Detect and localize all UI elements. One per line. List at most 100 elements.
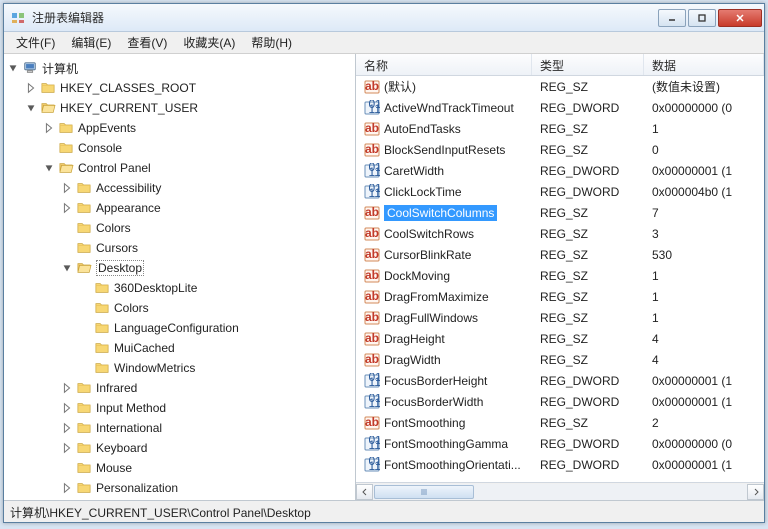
value-row[interactable]: DragFullWindowsREG_SZ1 <box>356 307 764 328</box>
tree-node-mouse[interactable]: Mouse <box>60 458 355 478</box>
menu-help[interactable]: 帮助(H) <box>243 32 300 53</box>
expander-icon[interactable] <box>42 161 56 175</box>
menu-file[interactable]: 文件(F) <box>8 32 63 53</box>
tree-node-inputmethod[interactable]: Input Method <box>60 398 355 418</box>
scroll-thumb[interactable] <box>374 485 474 499</box>
tree-label: International <box>96 421 162 435</box>
folder-icon <box>94 341 110 355</box>
value-row[interactable]: FocusBorderWidthREG_DWORD0x00000001 (1 <box>356 391 764 412</box>
value-row[interactable]: BlockSendInputResetsREG_SZ0 <box>356 139 764 160</box>
value-row[interactable]: DragFromMaximizeREG_SZ1 <box>356 286 764 307</box>
value-name-cell: FontSmoothingOrientati... <box>356 457 532 473</box>
value-name-cell: FocusBorderWidth <box>356 394 532 410</box>
value-row[interactable]: ClickLockTimeREG_DWORD0x000004b0 (1 <box>356 181 764 202</box>
scroll-left-button[interactable] <box>356 484 373 500</box>
expander-icon[interactable] <box>60 261 74 275</box>
expander-icon[interactable] <box>24 81 38 95</box>
tree-node-accessibility[interactable]: Accessibility <box>60 178 355 198</box>
value-type: REG_SZ <box>532 332 644 346</box>
value-row[interactable]: CoolSwitchRowsREG_SZ3 <box>356 223 764 244</box>
tree-node-desktop-colors[interactable]: Colors <box>78 298 355 318</box>
string-value-icon <box>364 310 380 326</box>
tree-node-appevents[interactable]: AppEvents <box>42 118 355 138</box>
horizontal-scrollbar[interactable] <box>356 482 764 500</box>
value-type: REG_SZ <box>532 206 644 220</box>
window-title: 注册表编辑器 <box>32 9 658 26</box>
value-name: FontSmoothing <box>384 416 465 430</box>
expander-icon[interactable] <box>60 421 74 435</box>
tree-label: AppEvents <box>78 121 136 135</box>
minimize-button[interactable] <box>658 9 686 27</box>
value-name: DragFromMaximize <box>384 290 489 304</box>
tree-node-appearance[interactable]: Appearance <box>60 198 355 218</box>
value-name: CursorBlinkRate <box>384 248 471 262</box>
value-name: DragFullWindows <box>384 311 478 325</box>
expander-icon[interactable] <box>60 201 74 215</box>
value-data: (数值未设置) <box>644 78 764 95</box>
string-value-icon <box>364 247 380 263</box>
string-value-icon <box>364 142 380 158</box>
value-row[interactable]: DragWidthREG_SZ4 <box>356 349 764 370</box>
tree-label: Keyboard <box>96 441 147 455</box>
tree-node-keyboard[interactable]: Keyboard <box>60 438 355 458</box>
scroll-track[interactable] <box>373 484 747 500</box>
tree-node-computer[interactable]: 计算机 <box>6 58 355 78</box>
tree-node-colors[interactable]: Colors <box>60 218 355 238</box>
tree-label: Console <box>78 141 122 155</box>
expander-icon[interactable] <box>60 481 74 495</box>
value-row[interactable]: CoolSwitchColumnsREG_SZ7 <box>356 202 764 223</box>
tree-node-360desktoplite[interactable]: 360DesktopLite <box>78 278 355 298</box>
value-row[interactable]: (默认)REG_SZ(数值未设置) <box>356 76 764 97</box>
value-row[interactable]: FontSmoothingREG_SZ2 <box>356 412 764 433</box>
tree-node-personalization[interactable]: Personalization <box>60 478 355 498</box>
value-row[interactable]: CaretWidthREG_DWORD0x00000001 (1 <box>356 160 764 181</box>
tree-node-langconfig[interactable]: LanguageConfiguration <box>78 318 355 338</box>
tree-node-muicached[interactable]: MuiCached <box>78 338 355 358</box>
value-row[interactable]: DragHeightREG_SZ4 <box>356 328 764 349</box>
close-button[interactable] <box>718 9 762 27</box>
tree-node-windowmetrics[interactable]: WindowMetrics <box>78 358 355 378</box>
column-header-type[interactable]: 类型 <box>532 54 644 75</box>
column-header-data[interactable]: 数据 <box>644 54 764 75</box>
folder-icon <box>76 221 92 235</box>
menu-favorites[interactable]: 收藏夹(A) <box>175 32 243 53</box>
expander-icon[interactable] <box>60 181 74 195</box>
list-body[interactable]: (默认)REG_SZ(数值未设置)ActiveWndTrackTimeoutRE… <box>356 76 764 482</box>
menu-edit[interactable]: 编辑(E) <box>63 32 119 53</box>
value-row[interactable]: FocusBorderHeightREG_DWORD0x00000001 (1 <box>356 370 764 391</box>
maximize-button[interactable] <box>688 9 716 27</box>
tree-node-infrared[interactable]: Infrared <box>60 378 355 398</box>
expander-icon[interactable] <box>60 381 74 395</box>
expander-icon[interactable] <box>24 101 38 115</box>
value-row[interactable]: AutoEndTasksREG_SZ1 <box>356 118 764 139</box>
value-row[interactable]: CursorBlinkRateREG_SZ530 <box>356 244 764 265</box>
tree-label: 360DesktopLite <box>114 281 197 295</box>
value-row[interactable]: FontSmoothingGammaREG_DWORD0x00000000 (0 <box>356 433 764 454</box>
tree-node-cursors[interactable]: Cursors <box>60 238 355 258</box>
value-row[interactable]: DockMovingREG_SZ1 <box>356 265 764 286</box>
scroll-right-button[interactable] <box>747 484 764 500</box>
expander-icon[interactable] <box>42 121 56 135</box>
tree-pane[interactable]: 计算机 HKEY_CLASSES_ROOT <box>4 54 356 500</box>
value-row[interactable]: FontSmoothingOrientati...REG_DWORD0x0000… <box>356 454 764 475</box>
titlebar[interactable]: 注册表编辑器 <box>4 4 764 32</box>
tree-node-console[interactable]: Console <box>42 138 355 158</box>
value-name: AutoEndTasks <box>384 122 461 136</box>
list-header: 名称 类型 数据 <box>356 54 764 76</box>
expander-icon[interactable] <box>60 401 74 415</box>
tree-node-controlpanel[interactable]: Control Panel <box>42 158 355 178</box>
menu-view[interactable]: 查看(V) <box>119 32 175 53</box>
value-row[interactable]: ActiveWndTrackTimeoutREG_DWORD0x00000000… <box>356 97 764 118</box>
folder-icon <box>76 241 92 255</box>
expander-icon[interactable] <box>60 441 74 455</box>
tree-node-hkcu[interactable]: HKEY_CURRENT_USER <box>24 98 355 118</box>
folder-icon <box>76 181 92 195</box>
value-data: 1 <box>644 290 764 304</box>
tree-node-hkcr[interactable]: HKEY_CLASSES_ROOT <box>24 78 355 98</box>
tree-node-international[interactable]: International <box>60 418 355 438</box>
status-path: 计算机\HKEY_CURRENT_USER\Control Panel\Desk… <box>10 506 311 520</box>
tree-label: Input Method <box>96 401 166 415</box>
column-header-name[interactable]: 名称 <box>356 54 532 75</box>
tree-node-desktop[interactable]: Desktop <box>60 258 355 278</box>
expander-icon[interactable] <box>6 61 20 75</box>
